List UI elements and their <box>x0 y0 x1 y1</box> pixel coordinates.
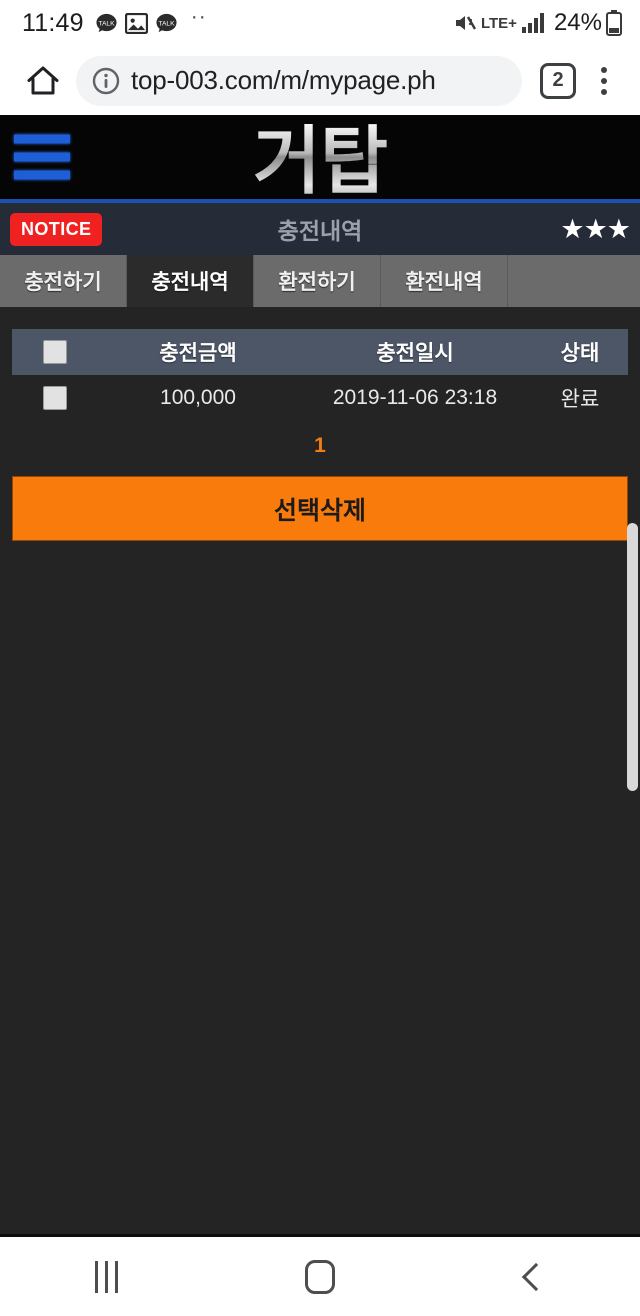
tab-charge-history[interactable]: 충전내역 <box>127 255 254 307</box>
page-content: 충전금액 충전일시 상태 100,000 2019-11-06 23:18 완료 <box>0 307 640 541</box>
info-circle-icon[interactable] <box>92 67 120 95</box>
row-select-cell[interactable] <box>12 375 98 420</box>
recents-icon <box>95 1260 119 1293</box>
home-square-icon <box>304 1259 335 1294</box>
header-select-all[interactable] <box>12 329 98 375</box>
browser-toolbar: top-003.com/m/mypage.ph 2 <box>0 46 640 115</box>
back-chevron-icon <box>522 1262 551 1291</box>
tab-counter-button[interactable]: 2 <box>540 62 576 99</box>
star-rating-icon: ★★★ <box>560 213 630 244</box>
kebab-menu-icon[interactable] <box>582 66 626 95</box>
status-notification-icons: TALK TALK ·· <box>95 6 207 35</box>
webpage-viewport: 거탑 NOTICE 충전내역 ★★★ 충전하기 충전내역 환전하기 환전내역 충… <box>0 115 640 1234</box>
row-datetime: 2019-11-06 23:18 <box>332 385 498 409</box>
status-system-icons: LTE+ 24% <box>453 9 622 37</box>
page-number-1[interactable]: 1 <box>314 434 326 457</box>
android-nav-bar <box>0 1234 640 1316</box>
svg-text:TALK: TALK <box>158 20 175 27</box>
nav-home-button[interactable] <box>213 1259 426 1294</box>
hamburger-menu-icon[interactable] <box>14 134 70 180</box>
page-scrollbar[interactable] <box>627 523 638 791</box>
kakaotalk-icon: TALK <box>95 12 118 35</box>
tab-exchange-history[interactable]: 환전내역 <box>381 255 508 307</box>
tab-exchange[interactable]: 환전하기 <box>254 255 381 307</box>
phone-screen: 11:49 TALK TALK ·· LTE+ 24% top-003.com/… <box>0 0 640 1316</box>
site-header: 거탑 <box>0 115 640 205</box>
android-status-bar: 11:49 TALK TALK ·· LTE+ 24% <box>0 0 640 46</box>
address-bar[interactable]: top-003.com/m/mypage.ph <box>76 55 522 106</box>
tab-charge[interactable]: 충전하기 <box>0 255 127 307</box>
delete-selected-button[interactable]: 선택삭제 <box>12 476 628 541</box>
site-logo[interactable]: 거탑 <box>253 115 388 209</box>
nav-back-button[interactable] <box>427 1262 640 1291</box>
row-status: 완료 <box>560 387 600 411</box>
row-checkbox[interactable] <box>43 385 67 410</box>
row-amount: 100,000 <box>160 385 236 409</box>
header-status: 상태 <box>532 329 628 375</box>
battery-percent-label: 24% <box>553 9 602 36</box>
table-header-row: 충전금액 충전일시 상태 <box>12 329 628 375</box>
section-tabs: 충전하기 충전내역 환전하기 환전내역 <box>0 255 640 307</box>
status-clock: 11:49 <box>22 8 84 37</box>
charge-history-table: 충전금액 충전일시 상태 100,000 2019-11-06 23:18 완료 <box>12 329 628 420</box>
kakaotalk-icon: TALK <box>155 12 178 35</box>
header-datetime: 충전일시 <box>298 329 532 375</box>
notice-bar: NOTICE 충전내역 ★★★ <box>0 203 640 255</box>
lte-icon: LTE+ <box>480 14 517 32</box>
mute-icon <box>453 11 477 35</box>
header-amount: 충전금액 <box>98 329 298 375</box>
nav-recents-button[interactable] <box>0 1260 213 1293</box>
signal-icon <box>521 12 547 34</box>
battery-icon <box>606 10 622 36</box>
svg-text:TALK: TALK <box>98 20 115 27</box>
url-text: top-003.com/m/mypage.ph <box>131 65 436 95</box>
tab-empty-slot <box>508 255 640 307</box>
table-row: 100,000 2019-11-06 23:18 완료 <box>12 375 628 420</box>
notice-badge[interactable]: NOTICE <box>10 212 103 246</box>
select-all-checkbox[interactable] <box>43 340 67 365</box>
home-icon[interactable] <box>16 64 70 98</box>
pagination: 1 <box>12 420 628 468</box>
gallery-icon <box>124 12 148 34</box>
